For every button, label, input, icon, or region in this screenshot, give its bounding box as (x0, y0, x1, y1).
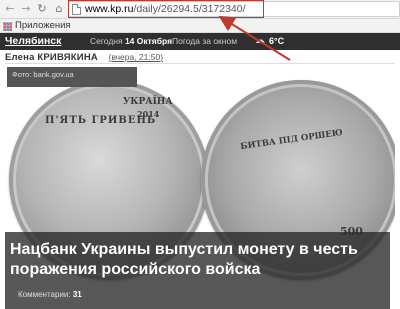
author-name[interactable]: Елена КРИВЯКИНА (5, 52, 98, 63)
forward-arrow-icon[interactable]: → (20, 3, 32, 15)
comments-badge[interactable]: Комментарии: 31 (14, 289, 86, 302)
today-date: Сегодня 14 Октября (90, 36, 172, 46)
photo-credit: Фото: bank.gov.ua (7, 67, 137, 87)
reload-icon[interactable]: ↻ (36, 3, 48, 15)
publish-time-value: вчера, 21:50 (111, 52, 161, 62)
today-prefix: Сегодня (90, 36, 123, 46)
back-arrow-icon[interactable]: ← (4, 3, 16, 15)
temperature: 6°C (269, 36, 285, 46)
today-date-value: 14 Октября (124, 36, 173, 46)
apps-grid-icon[interactable] (3, 22, 12, 31)
coin-value-text: П'ЯТЬ ГРИВЕНЬ (45, 115, 157, 126)
bookmarks-bar: Приложения (0, 19, 400, 33)
comments-label: Комментарии: (18, 290, 71, 299)
home-icon[interactable]: ⌂ (53, 3, 65, 15)
article-headline[interactable]: Нацбанк Украины выпустил монету в честь … (10, 240, 382, 280)
url-highlight-annotation (68, 0, 264, 18)
coin-country-text: УКРАЇНА (123, 97, 173, 107)
divider (5, 63, 395, 64)
site-header: Челябинск Сегодня 14 Октября Погода за о… (0, 33, 400, 50)
city-link[interactable]: Челябинск (5, 35, 61, 47)
cloud-rain-icon: ☁ (255, 35, 265, 46)
page: ← → ↻ ⌂ www.kp.ru/daily/26294.5/3172340/… (0, 0, 400, 309)
author-line: Елена КРИВЯКИНА (вчера, 21:50) (5, 52, 163, 63)
apps-bookmark[interactable]: Приложения (15, 20, 71, 31)
browser-toolbar: ← → ↻ ⌂ www.kp.ru/daily/26294.5/3172340/ (0, 0, 400, 19)
weather-label[interactable]: Погода за окном (172, 36, 237, 46)
comments-count: 31 (72, 290, 82, 299)
publish-time: (вчера, 21:50) (108, 52, 164, 62)
